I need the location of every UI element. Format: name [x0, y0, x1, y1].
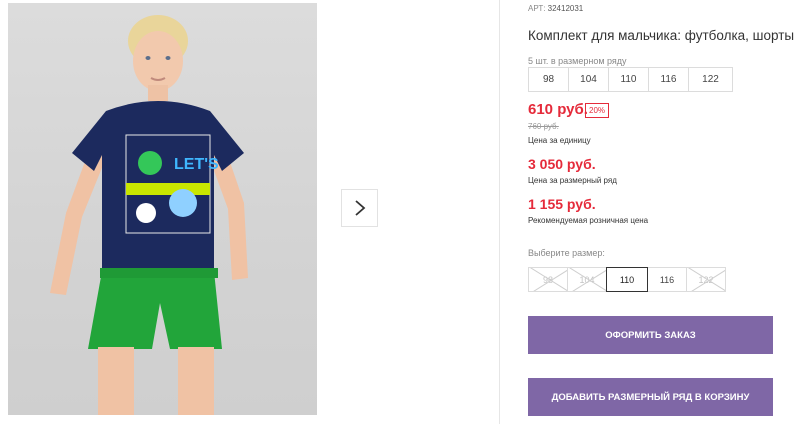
size-option-116[interactable]: 116 — [647, 267, 687, 292]
price-unit-label: Цена за единицу — [528, 136, 591, 145]
size-row-note: 5 шт. в размерном ряду — [528, 56, 627, 66]
size-row-table: 98 104 110 116 122 — [528, 67, 733, 92]
size-option-122[interactable]: 122 — [686, 267, 726, 292]
price-retail-label: Рекомендуемая розничная цена — [528, 216, 649, 225]
product-photo[interactable]: LET'S — [8, 3, 317, 415]
size-row-cell: 98 — [529, 68, 569, 91]
boy-photo-illustration: LET'S — [50, 15, 248, 415]
discount-badge: 20% — [585, 103, 610, 118]
size-option-110[interactable]: 110 — [606, 267, 648, 292]
size-row-cell: 110 — [609, 68, 649, 91]
order-button[interactable]: ОФОРМИТЬ ЗАКАЗ — [528, 316, 773, 354]
product-gallery: LET'S — [0, 0, 500, 424]
price-main: 610 руб. — [528, 101, 588, 118]
article-label: АРТ: — [528, 4, 546, 13]
article-number: АРТ: 32412031 — [528, 4, 583, 13]
article-value: 32412031 — [547, 4, 584, 13]
size-row-cell: 122 — [702, 74, 719, 85]
shirt-print-text: LET'S — [174, 156, 219, 173]
product-title: Комплект для мальчика: футболка, шорты — [528, 28, 795, 43]
price-old: 760 руб. — [528, 122, 559, 131]
gallery-next-button[interactable] — [341, 189, 378, 227]
chevron-right-icon — [354, 200, 365, 216]
size-row-cell: 104 — [569, 68, 609, 91]
size-picker: 98 104 110 116 122 — [528, 267, 726, 292]
size-option-104[interactable]: 104 — [567, 267, 607, 292]
add-size-row-to-cart-button[interactable]: ДОБАВИТЬ РАЗМЕРНЫЙ РЯД В КОРЗИНУ — [528, 378, 773, 416]
price-size-row-label: Цена за размерный ряд — [528, 176, 617, 185]
choose-size-label: Выберите размер: — [528, 248, 605, 258]
price-size-row: 3 050 руб. — [528, 156, 596, 172]
price-retail: 1 155 руб. — [528, 196, 596, 212]
size-row-cell: 116 — [649, 68, 689, 91]
size-option-98[interactable]: 98 — [528, 267, 568, 292]
